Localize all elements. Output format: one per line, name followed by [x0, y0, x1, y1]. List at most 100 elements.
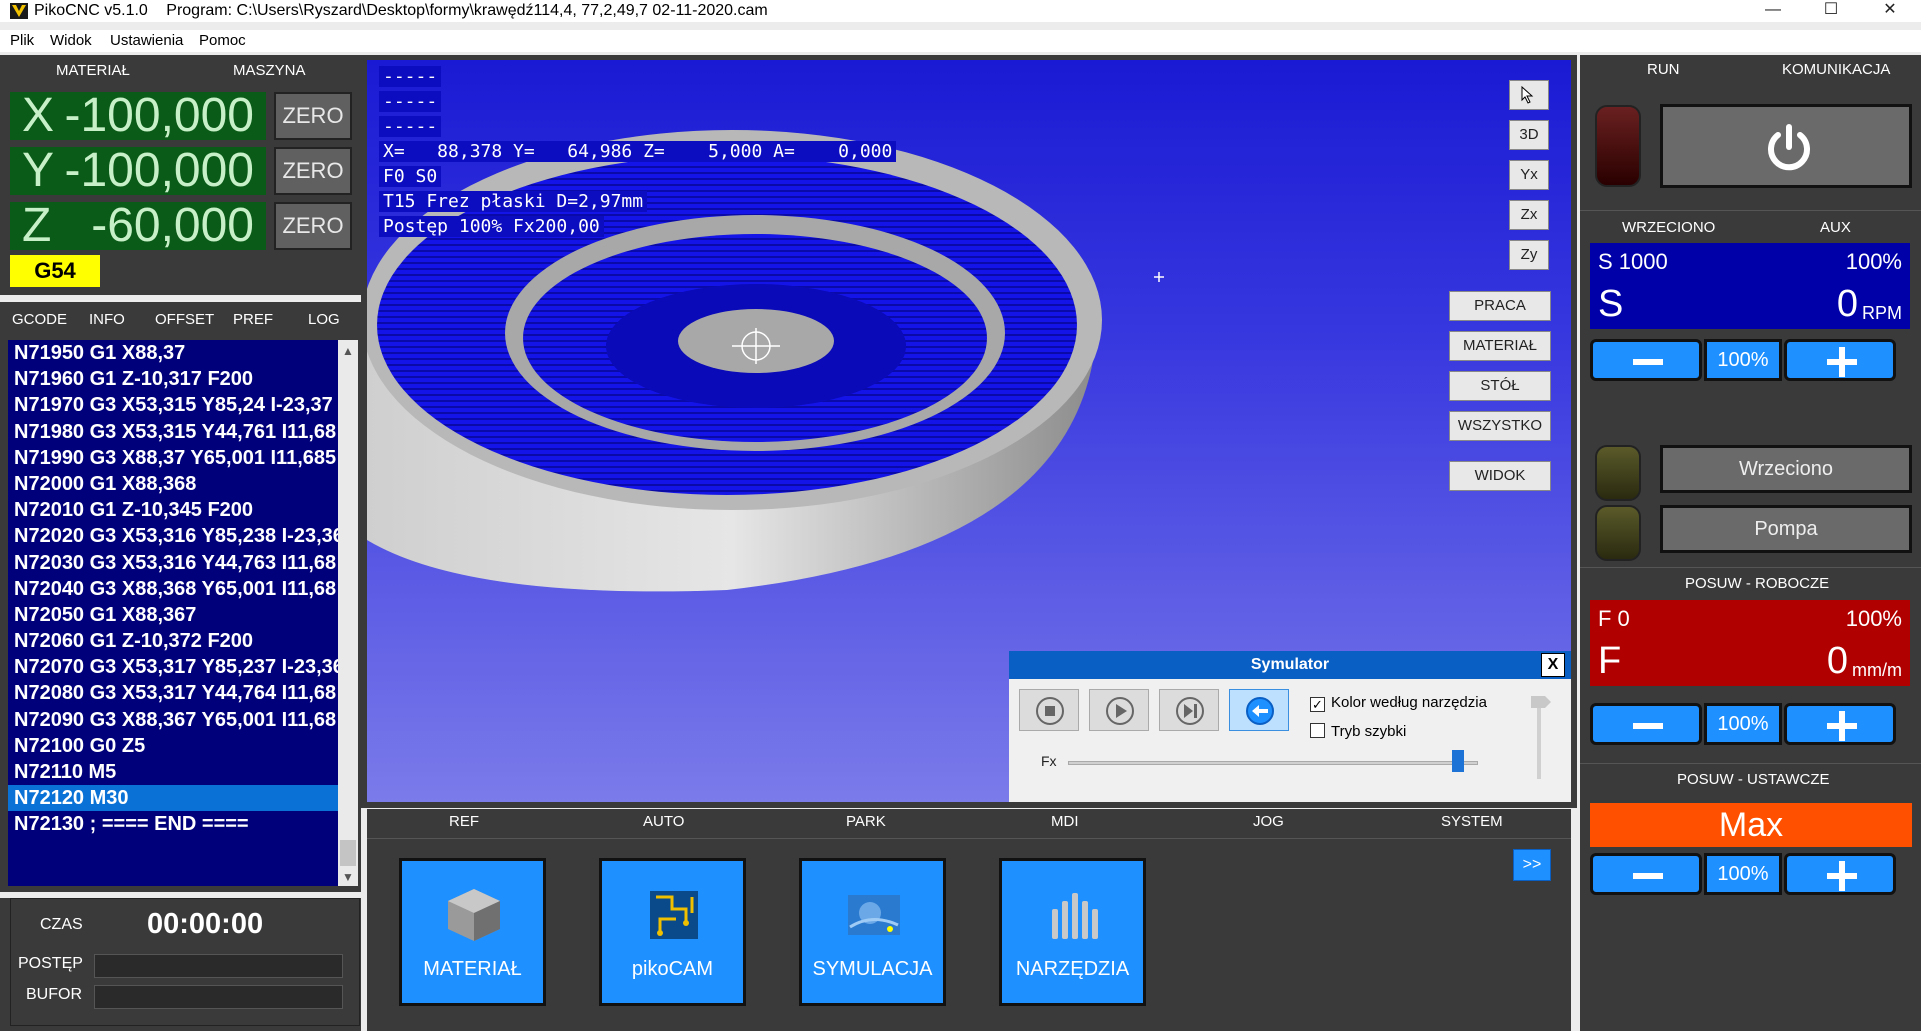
feed-increase-button[interactable]	[1784, 703, 1896, 745]
zero-y-button[interactable]: ZERO	[274, 147, 352, 195]
scroll-thumb[interactable]	[340, 840, 356, 866]
tools-button-label: NARZĘDZIA	[1015, 958, 1130, 980]
zoom-all-button[interactable]: WSZYSTKO	[1449, 411, 1551, 441]
gcode-line[interactable]: N71970 G3 X53,315 Y85,24 I-23,37 J	[8, 392, 338, 418]
tab-info[interactable]: INFO	[89, 311, 125, 328]
close-button[interactable]: ✕	[1862, 0, 1918, 22]
right-panel: RUN KOMUNIKACJA WRZECIONO AUX S 1000 100…	[1580, 55, 1921, 1031]
color-by-tool-option[interactable]: ✓ Kolor według narzędzia	[1310, 694, 1487, 712]
gcode-line[interactable]: N72000 G1 X88,368	[8, 471, 338, 497]
tab-auto[interactable]: AUTO	[643, 813, 684, 830]
gcode-line[interactable]: N71980 G3 X53,315 Y44,761 I11,68	[8, 419, 338, 445]
view-zx-button[interactable]: Zx	[1509, 200, 1549, 230]
tab-park[interactable]: PARK	[846, 813, 886, 830]
rapid-increase-button[interactable]	[1784, 853, 1896, 895]
minimize-button[interactable]: —	[1745, 0, 1801, 22]
feed-unit: mm/m	[1852, 660, 1902, 680]
x-readout: X -100,000	[10, 92, 266, 140]
sim-play-button[interactable]	[1089, 689, 1149, 731]
view-settings-button[interactable]: WIDOK	[1449, 461, 1551, 491]
power-button[interactable]	[1660, 104, 1912, 188]
sim-back-button[interactable]	[1229, 689, 1289, 731]
sim-step-button[interactable]	[1159, 689, 1219, 731]
checkbox-checked-icon[interactable]: ✓	[1310, 697, 1325, 712]
tab-material[interactable]: MATERIAŁ	[56, 62, 130, 79]
spindle-header: WRZECIONO	[1622, 219, 1716, 236]
material-button-label: MATERIAŁ	[423, 958, 522, 980]
tab-mdi[interactable]: MDI	[1051, 813, 1079, 830]
zoom-work-button[interactable]: PRACA	[1449, 291, 1551, 321]
zoom-material-button[interactable]: MATERIAŁ	[1449, 331, 1551, 361]
scroll-down-icon[interactable]: ▼	[342, 870, 354, 884]
fx-slider-track[interactable]	[1068, 761, 1478, 765]
gcode-line[interactable]: N72130 ; ==== END ====	[8, 811, 338, 837]
tools-button[interactable]: NARZĘDZIA	[999, 858, 1146, 1006]
tab-jog[interactable]: JOG	[1253, 813, 1284, 830]
zoom-table-button[interactable]: STÓŁ	[1449, 371, 1551, 401]
menu-widok[interactable]: Widok	[50, 32, 92, 49]
fx-slider-thumb[interactable]	[1451, 750, 1464, 772]
tab-ref[interactable]: REF	[449, 813, 479, 830]
gcode-line[interactable]: N72010 G1 Z-10,345 F200	[8, 497, 338, 523]
gcode-line[interactable]: N71960 G1 Z-10,317 F200	[8, 366, 338, 392]
tab-log[interactable]: LOG	[308, 311, 340, 328]
tab-pref[interactable]: PREF	[233, 311, 273, 328]
view-yx-button[interactable]: Yx	[1509, 160, 1549, 190]
buffer-bar	[94, 985, 343, 1009]
gcode-line[interactable]: N72070 G3 X53,317 Y85,237 I-23,36	[8, 654, 338, 680]
wcs-badge[interactable]: G54	[10, 255, 100, 287]
spindle-decrease-button[interactable]	[1590, 339, 1702, 381]
gcode-line[interactable]: N71950 G1 X88,37	[8, 340, 338, 366]
spindle-rpm-value: 0	[1836, 283, 1858, 325]
checkbox-unchecked-icon[interactable]	[1310, 723, 1325, 738]
simulator-close-button[interactable]: X	[1541, 653, 1565, 677]
gcode-line[interactable]: N72040 G3 X88,368 Y65,001 I11,68	[8, 576, 338, 602]
tab-machine[interactable]: MASZYNA	[233, 62, 306, 79]
view-flat-button[interactable]	[1509, 80, 1549, 110]
material-button[interactable]: MATERIAŁ	[399, 858, 546, 1006]
spindle-override-button[interactable]: 100%	[1704, 339, 1782, 381]
more-button[interactable]: >>	[1513, 849, 1551, 881]
gcode-line[interactable]: N72060 G1 Z-10,372 F200	[8, 628, 338, 654]
gcode-line[interactable]: N72050 G1 X88,367	[8, 602, 338, 628]
gcode-line[interactable]: N72030 G3 X53,316 Y44,763 I11,68	[8, 550, 338, 576]
power-icon	[1768, 124, 1810, 171]
sim-stop-button[interactable]	[1019, 689, 1079, 731]
view-3d-button[interactable]: 3D	[1509, 120, 1549, 150]
spindle-toggle-button[interactable]: Wrzeciono	[1660, 445, 1912, 493]
fast-mode-option[interactable]: Tryb szybki	[1310, 723, 1406, 740]
gcode-line[interactable]: N72080 G3 X53,317 Y44,764 I11,68	[8, 680, 338, 706]
feed-value: 0	[1826, 640, 1848, 682]
tab-offset[interactable]: OFFSET	[155, 311, 214, 328]
feed-decrease-button[interactable]	[1590, 703, 1702, 745]
pump-toggle-button[interactable]: Pompa	[1660, 505, 1912, 553]
tab-gcode[interactable]: GCODE	[12, 311, 67, 328]
gcode-line[interactable]: N72110 M5	[8, 759, 338, 785]
gcode-line[interactable]: N71990 G3 X88,37 Y65,001 I11,685	[8, 445, 338, 471]
pikocam-button[interactable]: pikoCAM	[599, 858, 746, 1006]
scroll-up-icon[interactable]: ▲	[342, 344, 354, 358]
menu-pomoc[interactable]: Pomoc	[199, 32, 246, 49]
maximize-button[interactable]: ☐	[1803, 0, 1859, 22]
zero-x-button[interactable]: ZERO	[274, 92, 352, 140]
feed-override-button[interactable]: 100%	[1704, 703, 1782, 745]
gcode-line[interactable]: N72020 G3 X53,316 Y85,238 I-23,36	[8, 523, 338, 549]
vertical-slider-track[interactable]	[1537, 699, 1541, 779]
spindle-increase-button[interactable]	[1784, 339, 1896, 381]
gcode-line[interactable]: N72090 G3 X88,367 Y65,001 I11,68	[8, 707, 338, 733]
rapid-decrease-button[interactable]	[1590, 853, 1702, 895]
gcode-scrollbar[interactable]: ▲ ▼	[338, 340, 358, 886]
vertical-slider-thumb[interactable]	[1531, 696, 1551, 708]
view-zy-button[interactable]: Zy	[1509, 240, 1549, 270]
gcode-line[interactable]: N72100 G0 Z5	[8, 733, 338, 759]
gcode-line[interactable]: N72120 M30	[8, 785, 338, 812]
rapid-override-button[interactable]: 100%	[1704, 853, 1782, 895]
progress-label: POSTĘP	[18, 955, 83, 972]
menu-ustawienia[interactable]: Ustawienia	[110, 32, 183, 49]
tab-system[interactable]: SYSTEM	[1441, 813, 1503, 830]
zero-z-button[interactable]: ZERO	[274, 202, 352, 250]
fx-label: Fx	[1041, 753, 1057, 769]
gcode-list[interactable]: N71950 G1 X88,37 N71960 G1 Z-10,317 F200 N…	[8, 340, 338, 886]
menu-plik[interactable]: Plik	[10, 32, 34, 49]
simulation-button[interactable]: SYMULACJA	[799, 858, 946, 1006]
